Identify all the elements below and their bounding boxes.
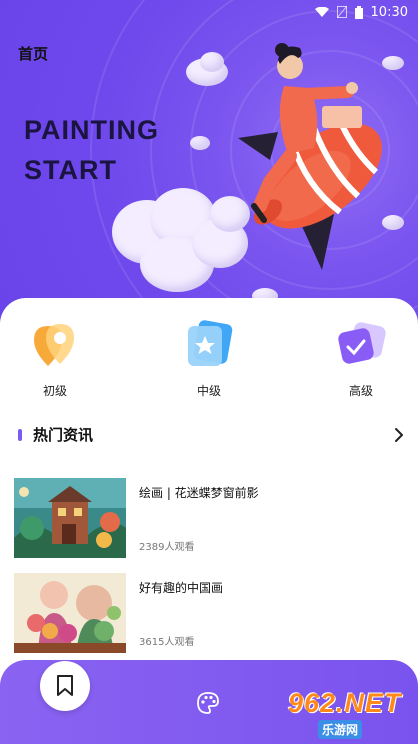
hero-line-2: START xyxy=(24,155,117,185)
battery-icon xyxy=(354,5,363,19)
rocket-rider-illustration xyxy=(238,43,382,270)
sim-icon xyxy=(336,6,347,18)
hero-line-1: PAINTING xyxy=(24,115,159,145)
tab-home[interactable] xyxy=(40,661,90,711)
palette-icon[interactable] xyxy=(196,691,220,715)
level-advanced[interactable]: 高级 xyxy=(316,318,406,408)
section-header: 热门资讯 xyxy=(18,424,408,446)
page-title: 首页 xyxy=(18,45,49,63)
chevron-right-icon[interactable] xyxy=(390,424,408,446)
watermark-main: 962.NET xyxy=(288,688,402,718)
news-title: 绘画 | 花迷蝶梦窗前影 xyxy=(139,486,259,500)
wifi-icon xyxy=(314,7,329,17)
level-beginner[interactable]: 初级 xyxy=(10,318,100,408)
cloud-icon xyxy=(190,136,210,150)
location-pin-icon xyxy=(34,324,74,366)
cloud-icon xyxy=(200,52,224,72)
watermark-logo: 962.NET 乐游网 xyxy=(280,688,414,740)
news-views: 2389人观看 xyxy=(139,542,195,553)
news-views: 3615人观看 xyxy=(139,637,195,648)
news-title: 好有趣的中国画 xyxy=(139,581,224,595)
news-thumbnail xyxy=(14,573,126,653)
check-cards-icon xyxy=(338,322,386,364)
hero-slogan: PAINTING START xyxy=(24,110,159,190)
status-time: 10:30 xyxy=(370,4,408,20)
level-intermediate[interactable]: 中级 xyxy=(164,318,254,408)
star-cards-icon xyxy=(188,320,233,366)
bookmark-icon xyxy=(57,675,73,696)
hero-banner[interactable]: 10:30 首页 PAINTING START xyxy=(0,0,418,330)
level-label: 中级 xyxy=(196,384,221,398)
section-title: 热门资讯 xyxy=(33,426,94,444)
watermark-sub: 乐游网 xyxy=(318,720,363,739)
news-item[interactable]: 绘画 | 花迷蝶梦窗前影 2389人观看 xyxy=(14,478,409,558)
news-thumbnail xyxy=(14,478,126,558)
level-label: 高级 xyxy=(348,384,373,398)
status-bar: 10:30 xyxy=(0,0,418,24)
section-accent-bar xyxy=(18,429,22,441)
level-label: 初级 xyxy=(42,384,67,398)
level-selector: 初级 中级 高级 xyxy=(0,318,418,408)
news-item[interactable]: 好有趣的中国画 3615人观看 xyxy=(14,573,409,653)
